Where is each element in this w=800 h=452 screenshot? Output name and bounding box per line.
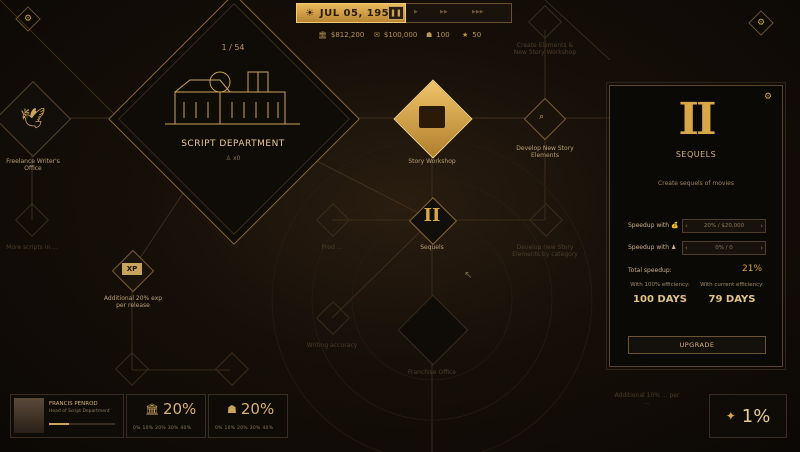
efficiency-current: With current efficiency: 79 DAYS bbox=[696, 282, 768, 305]
script-department-building-icon bbox=[165, 71, 300, 125]
sequels-numeral: II bbox=[423, 205, 441, 226]
speedup-money-selector[interactable]: ‹ 20% / $20,000 › bbox=[682, 219, 766, 233]
writing-label: Writing accuracy bbox=[306, 342, 358, 349]
pause-icon: ❚❚ bbox=[390, 9, 402, 17]
cash-resource: ✉ $100,000 bbox=[374, 31, 417, 39]
sequels-label: Sequels bbox=[420, 244, 444, 251]
person-name: FRANCIS PENROD bbox=[49, 401, 98, 407]
chevron-left-icon[interactable]: ‹ bbox=[685, 244, 688, 252]
mid-left-label: More scripts in ... bbox=[6, 244, 58, 251]
staff-icon: ☗ bbox=[227, 402, 237, 416]
corner-stat-box[interactable]: ✦ 1% bbox=[709, 394, 787, 438]
money-value: $812,200 bbox=[330, 31, 365, 39]
person-role: Head of Script Department bbox=[49, 409, 110, 414]
efficiency-current-value: 79 DAYS bbox=[708, 294, 756, 305]
fast-speed-button[interactable]: ▶▶ bbox=[440, 9, 448, 15]
staff-resource: ☗ 100 bbox=[426, 31, 450, 39]
speed-stat-box: ☗ 20% 0% 10% 20% 30% 40% bbox=[208, 394, 288, 438]
sparkle-icon: ✦ bbox=[725, 409, 736, 423]
staff-icon: ☗ bbox=[426, 31, 433, 39]
dove-icon: 🕊 bbox=[20, 106, 46, 130]
star-icon: ★ bbox=[462, 31, 469, 39]
quality-stat-value: 20% bbox=[162, 400, 197, 418]
efficiency-full-label: With 100% efficiency: bbox=[630, 282, 690, 288]
department-head-card[interactable]: FRANCIS PENROD Head of Script Department bbox=[10, 394, 124, 438]
sequels-detail-panel: ⚙ II SEQUELS Create sequels of movies Sp… bbox=[606, 82, 786, 370]
fastest-speed-button[interactable]: ▶▶▶ bbox=[472, 9, 484, 15]
panel-description: Create sequels of movies bbox=[658, 180, 734, 187]
avatar bbox=[14, 398, 44, 433]
efficiency-full: With 100% efficiency: 100 DAYS bbox=[624, 282, 696, 305]
corner-stat-value: 1% bbox=[741, 405, 771, 427]
speedup-staff-label: Speedup with ♟ bbox=[628, 244, 677, 251]
star-resource: ★ 50 bbox=[462, 31, 481, 39]
staff-value: 100 bbox=[436, 31, 450, 39]
quality-stat-box: 🏛 20% 0% 10% 20% 30% 40% bbox=[126, 394, 206, 438]
money-resource: 🏛 $812,200 bbox=[318, 31, 364, 39]
chevron-right-icon[interactable]: › bbox=[760, 222, 763, 230]
magnifier-icon: ⌕ bbox=[539, 112, 545, 122]
chevron-left-icon[interactable]: ‹ bbox=[685, 222, 688, 230]
gear-icon: ⚙ bbox=[23, 13, 33, 24]
speed-scale: 0% 10% 20% 30% 40% bbox=[215, 426, 274, 431]
typewriter-icon bbox=[419, 106, 445, 128]
upgrade-button[interactable]: UPGRADE bbox=[628, 336, 766, 354]
panel-title: SEQUELS bbox=[675, 150, 717, 159]
top-right-label: Create Elements & New Story Workshop bbox=[513, 42, 577, 56]
experience-bar bbox=[49, 423, 115, 425]
develop-story-label: Develop New Story Elements bbox=[516, 145, 574, 159]
sun-icon: ☀ bbox=[305, 7, 315, 19]
bottom-right-label: Additional 10% ... per ... bbox=[614, 392, 680, 406]
department-subtitle: ♙ x0 bbox=[225, 155, 241, 162]
efficiency-full-value: 100 DAYS bbox=[633, 294, 687, 305]
gear-icon: ⚙ bbox=[756, 17, 766, 28]
panel-numeral: II bbox=[678, 94, 716, 145]
speedup-money-label: Speedup with 💰 bbox=[628, 222, 679, 229]
speedup-staff-selector[interactable]: ‹ 0% / 0 › bbox=[682, 241, 766, 255]
total-speedup-label: Total speedup: bbox=[628, 267, 672, 274]
cash-icon: ✉ bbox=[374, 31, 380, 39]
star-value: 50 bbox=[472, 31, 482, 39]
franchise-label: Franchise Office bbox=[408, 369, 456, 376]
xp-label: Additional 20% exp per release bbox=[103, 295, 163, 309]
total-speedup-value: 21% bbox=[742, 264, 763, 274]
pause-button[interactable]: ❚❚ bbox=[388, 6, 404, 20]
department-title: SCRIPT DEPARTMENT bbox=[181, 139, 285, 149]
chevron-right-icon[interactable]: › bbox=[760, 244, 763, 252]
speed-stat-value: 20% bbox=[240, 400, 275, 418]
bank-icon: 🏛 bbox=[145, 402, 159, 416]
play-speed-button[interactable]: ▶ bbox=[414, 9, 418, 15]
prod-label: Prod ... bbox=[321, 244, 343, 251]
speedup-money-value: 20% / $20,000 bbox=[703, 223, 745, 229]
story-workshop-label: Story Workshop bbox=[408, 158, 456, 165]
develop-category-label: Develop new Story Elements by category bbox=[512, 244, 578, 258]
bank-icon: 🏛 bbox=[318, 31, 327, 39]
xp-badge-icon: XP bbox=[122, 263, 142, 275]
cash-value: $100,000 bbox=[383, 31, 418, 39]
date-text: JUL 05, 1955 bbox=[319, 7, 397, 19]
speedup-staff-value: 0% / 0 bbox=[715, 245, 733, 251]
quality-scale: 0% 10% 20% 30% 40% bbox=[133, 426, 192, 431]
efficiency-current-label: With current efficiency: bbox=[700, 282, 764, 288]
department-counter: 1 / 54 bbox=[221, 43, 245, 52]
cursor-icon: ↖ bbox=[464, 270, 473, 281]
freelance-label: Freelance Writer's Office bbox=[6, 158, 60, 172]
